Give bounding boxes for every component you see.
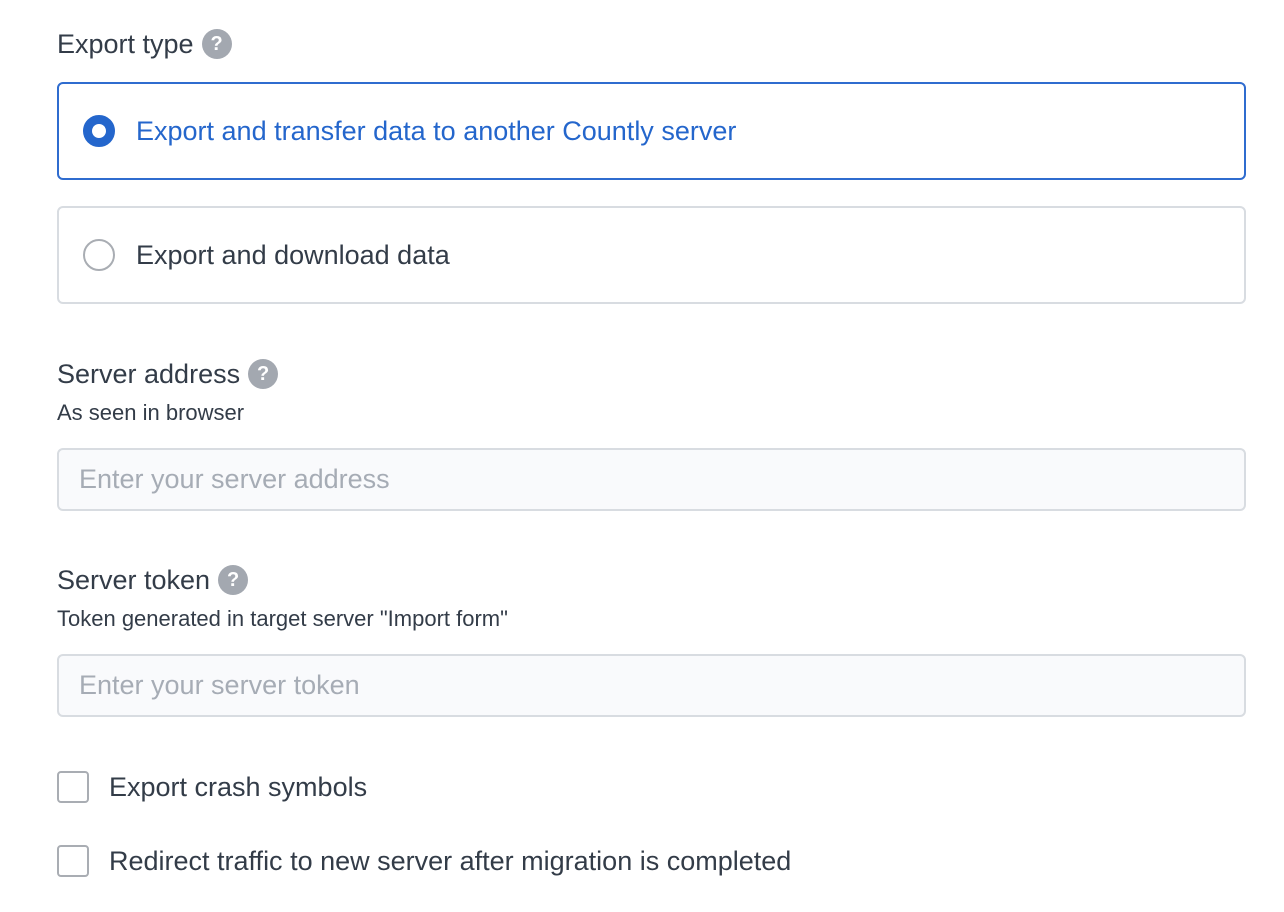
export-type-label: Export type ? xyxy=(57,26,232,62)
export-crash-symbols-label: Export crash symbols xyxy=(109,771,368,802)
checkbox-unchecked-icon[interactable] xyxy=(57,845,89,877)
redirect-traffic-label: Redirect traffic to new server after mig… xyxy=(109,845,792,876)
server-address-label-text: Server address xyxy=(57,358,241,389)
server-token-label-text: Server token xyxy=(57,564,211,595)
help-icon[interactable]: ? xyxy=(248,359,279,389)
help-icon[interactable]: ? xyxy=(201,29,232,59)
radio-option-download-label: Export and download data xyxy=(136,239,450,270)
help-icon[interactable]: ? xyxy=(218,565,249,595)
server-address-hint: As seen in browser xyxy=(57,400,245,425)
export-type-label-text: Export type xyxy=(57,28,194,59)
server-token-hint: Token generated in target server "Import… xyxy=(57,606,508,631)
radio-option-download[interactable]: Export and download data xyxy=(57,206,1246,304)
checkbox-unchecked-icon[interactable] xyxy=(57,771,89,803)
radio-unselected-icon[interactable] xyxy=(83,239,115,271)
export-crash-symbols-checkbox[interactable]: Export crash symbols xyxy=(57,771,367,803)
server-address-label: Server address ? xyxy=(57,356,279,392)
redirect-traffic-checkbox[interactable]: Redirect traffic to new server after mig… xyxy=(57,845,791,877)
server-token-label: Server token ? xyxy=(57,562,249,598)
server-token-input[interactable] xyxy=(57,654,1246,717)
radio-selected-icon[interactable] xyxy=(83,115,115,147)
server-address-input[interactable] xyxy=(57,448,1246,511)
radio-option-transfer-label: Export and transfer data to another Coun… xyxy=(136,115,737,146)
radio-option-transfer[interactable]: Export and transfer data to another Coun… xyxy=(57,82,1246,180)
